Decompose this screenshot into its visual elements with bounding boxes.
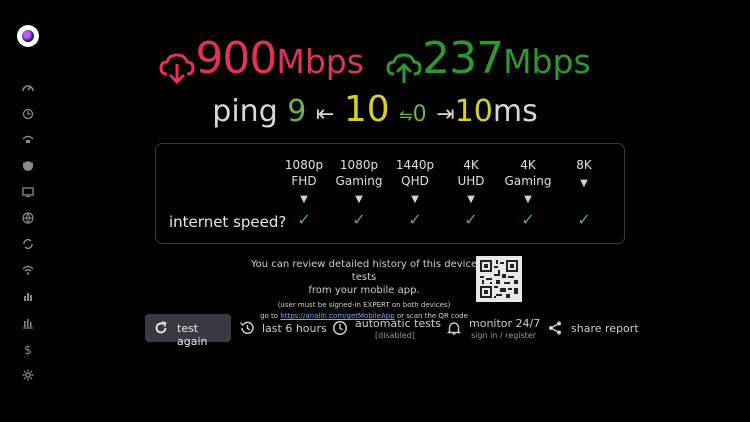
automatic-tests-label: automatic tests	[355, 317, 441, 330]
ping-min: 9	[287, 94, 307, 129]
capability-column: 1440p QHD ▼	[385, 157, 445, 208]
qr-code[interactable]	[476, 256, 522, 302]
column-label: 4K	[520, 158, 536, 172]
capability-column: 1080p FHD ▼	[274, 157, 334, 208]
refresh-icon	[155, 321, 167, 334]
column-sublabel: QHD	[401, 174, 429, 188]
cloud-upload-icon	[386, 52, 422, 83]
column-sublabel: UHD	[457, 174, 485, 188]
column-label: 1080p	[339, 158, 379, 172]
check-icon: ✓	[352, 210, 366, 229]
capability-column: 4K Gaming ▼	[498, 157, 558, 208]
dollar-icon[interactable]: $	[21, 343, 35, 357]
test-again-label: test again	[177, 322, 208, 348]
last-hours-label: last 6 hours	[262, 322, 327, 335]
column-label: 1080p	[284, 158, 324, 172]
ping-jitter: 0	[412, 102, 427, 127]
upload-result: 237Mbps	[386, 33, 591, 84]
column-label: 4K	[463, 158, 479, 172]
sync-icon[interactable]	[21, 238, 35, 252]
shield-icon[interactable]	[21, 160, 35, 174]
capability-column: 8K ▼	[554, 157, 614, 192]
jitter-arrow-icon: ⇋	[399, 106, 413, 125]
tv-icon[interactable]	[21, 186, 35, 200]
wifi-icon[interactable]	[21, 264, 35, 278]
info-note: (user must be signed-in EXPERT on both d…	[277, 301, 451, 309]
settings-icon[interactable]	[21, 369, 35, 383]
share-icon	[549, 321, 561, 335]
globe-icon[interactable]	[21, 212, 35, 226]
ping-max: 10	[454, 94, 493, 129]
check-icon: ✓	[521, 210, 535, 229]
mobile-app-info: You can review detailed history of this …	[248, 258, 480, 322]
bell-icon	[446, 322, 462, 335]
ping-label: ping	[212, 94, 278, 129]
automatic-tests-button[interactable]: automatic tests [disabled]	[332, 315, 441, 342]
column-sublabel: Gaming	[335, 174, 383, 188]
share-report-label: share report	[571, 322, 639, 335]
check-icon: ✓	[577, 210, 591, 229]
chart-icon[interactable]	[21, 317, 35, 331]
capability-panel: 1080p FHD ▼ 1080p Gaming ▼ 1440p QHD ▼ 4…	[155, 143, 625, 244]
ping-max-arrow-icon: ⇥	[436, 102, 455, 127]
info-line-1: You can review detailed history of this …	[250, 259, 478, 283]
triangle-down-icon: ▼	[524, 194, 532, 205]
internet-speed-question: internet speed?	[169, 213, 287, 231]
monitor-button[interactable]: monitor 24/7 sign in / register	[446, 315, 541, 342]
ping-unit: ms	[492, 94, 538, 129]
monitor-label: monitor 24/7	[469, 317, 541, 330]
column-sublabel: Gaming	[504, 174, 552, 188]
info-line-2: from your mobile app.	[308, 285, 420, 296]
column-label: 8K	[576, 158, 592, 172]
capability-column: 4K UHD ▼	[441, 157, 501, 208]
wifi-router-icon[interactable]	[21, 134, 35, 148]
history-icon	[239, 321, 254, 335]
cloud-download-icon	[159, 52, 195, 84]
monitor-sublabel: sign in / register	[471, 331, 537, 340]
share-report-button[interactable]: share report	[547, 315, 639, 342]
capability-column: 1080p Gaming ▼	[329, 157, 389, 208]
automatic-tests-status: [disabled]	[375, 331, 415, 340]
bar-chart-icon[interactable]	[21, 290, 35, 304]
check-icon: ✓	[464, 210, 478, 229]
triangle-down-icon: ▼	[411, 194, 419, 205]
check-icon: ✓	[297, 210, 311, 229]
column-label: 1440p	[395, 158, 435, 172]
download-result: 900Mbps	[159, 33, 369, 84]
triangle-down-icon: ▼	[355, 194, 363, 205]
triangle-down-icon: ▼	[467, 194, 475, 205]
test-again-button[interactable]: test again	[145, 314, 231, 348]
column-sublabel: FHD	[291, 174, 317, 188]
ping-min-arrow-icon: ⇤	[315, 102, 335, 127]
ping-result: ping 9 ⇤ 10 ⇋0 ⇥10ms	[0, 89, 750, 130]
speed-results: 900Mbps 237Mbps	[0, 33, 750, 86]
upload-value: 237	[422, 33, 504, 84]
last-hours-button[interactable]: last 6 hours	[239, 315, 327, 342]
clock-icon	[332, 320, 348, 336]
download-unit: Mbps	[276, 42, 364, 81]
triangle-down-icon: ▼	[580, 178, 588, 189]
upload-unit: Mbps	[503, 42, 591, 81]
download-value: 900	[195, 33, 277, 84]
triangle-down-icon: ▼	[300, 194, 308, 205]
check-icon: ✓	[408, 210, 422, 229]
ping-average: 10	[343, 89, 390, 130]
